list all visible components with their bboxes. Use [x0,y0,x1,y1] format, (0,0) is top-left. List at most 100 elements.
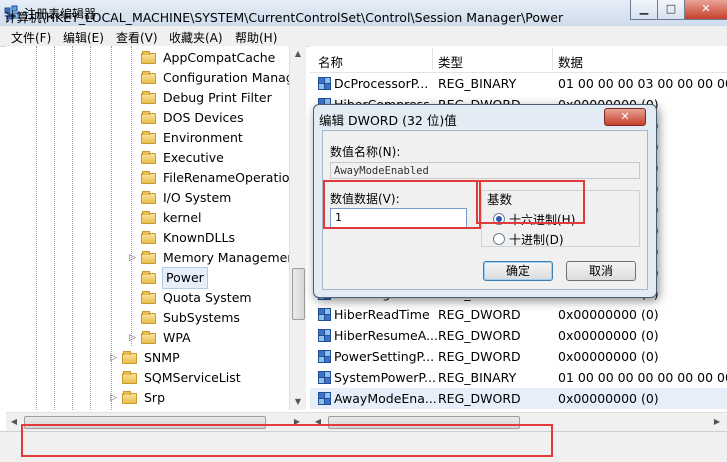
registry-value-icon [318,392,331,405]
value-row[interactable]: SystemPowerP... REG_BINARY 01 00 00 00 00 … [310,367,727,388]
values-column-header: 名称 类型 数据 [310,46,727,73]
folder-icon [141,151,156,164]
column-name[interactable]: 名称 [318,52,343,71]
menu-favorites[interactable]: 收藏夹(A) [169,29,223,46]
scroll-right-arrow-icon[interactable]: ▶ [709,414,725,430]
registry-path: 计算机\HKEY_LOCAL_MACHINE\SYSTEM\CurrentCon… [4,10,564,25]
dialog-close-button[interactable]: ✕ [604,108,646,126]
value-data: 01 00 00 00 03 00 00 00 00 00 [558,76,727,91]
expand-arrow-icon[interactable]: ▷ [110,348,117,368]
value-name-label: 数值名称(N): [330,145,401,159]
value-row[interactable]: HiberResumeA... REG_DWORD 0x00000000 (0) [310,325,727,346]
folder-icon [141,111,156,124]
minimize-button[interactable]: ▁ [630,0,658,20]
folder-icon [141,311,156,324]
value-name: HiberResumeA... [334,328,439,343]
value-name: PowerSettingP... [334,349,435,364]
value-row[interactable]: PowerSettingP... REG_DWORD 0x00000000 (0) [310,346,727,367]
value-data: 0x00000000 (0) [558,391,659,406]
tree-item-label: Environment [163,130,243,145]
value-type: REG_DWORD [438,391,521,406]
menu-bar: 文件(F) 编辑(E) 查看(V) 收藏夹(A) 帮助(H) [0,26,727,47]
radio-decimal-label[interactable]: 十进制(D) [509,231,564,248]
tree-item-label: Debug Print Filter [163,90,272,105]
radio-decimal[interactable] [493,233,505,245]
tree-item-label: KnownDLLs [163,230,235,245]
value-type: REG_BINARY [438,76,517,91]
folder-icon [141,131,156,144]
dialog-title: 编辑 DWORD (32 位)值 [319,113,457,128]
value-row[interactable]: AwayModeEna... REG_DWORD 0x00000000 (0) [310,388,727,409]
value-data: 0x00000000 (0) [558,307,659,322]
registry-tree[interactable]: AppCompatCache Configuration Manag Debug… [6,46,306,410]
menu-edit[interactable]: 编辑(E) [63,29,104,46]
folder-icon [141,71,156,84]
expand-arrow-icon[interactable]: ▷ [110,388,117,408]
folder-icon [141,331,156,344]
folder-icon [141,231,156,244]
data-highlight-box [323,180,481,229]
tree-item-label: Power [162,267,208,289]
folder-icon [141,211,156,224]
expand-arrow-icon[interactable]: ▷ [129,248,136,268]
menu-file[interactable]: 文件(F) [11,29,51,46]
registry-value-icon [318,329,331,342]
tree-item-label: Srp [144,390,166,405]
value-type: REG_BINARY [438,370,517,385]
window-controls: ▁ □ ✕ [630,0,727,20]
tree-item-label: AppCompatCache [163,50,276,65]
tree-item-label: Configuration Manag [163,70,294,85]
base-highlight-box [476,180,585,224]
value-row[interactable]: HiberReadTime REG_DWORD 0x00000000 (0) [310,304,727,325]
value-type: REG_DWORD [438,328,521,343]
maximize-button[interactable]: □ [657,0,685,20]
value-type: REG_DWORD [438,349,521,364]
value-data: 0x00000000 (0) [558,349,659,364]
tree-item-label: Memory Managemer [163,250,293,265]
tree-vertical-scrollbar[interactable]: ▲ ▼ [289,46,306,410]
menu-view[interactable]: 查看(V) [116,29,158,46]
folder-icon [122,391,137,404]
ok-button[interactable]: 确定 [483,261,553,281]
expand-arrow-icon[interactable]: ▷ [129,328,136,348]
value-name: AwayModeEna... [334,391,437,406]
registry-value-icon [318,371,331,384]
tree-item-label: WPA [163,330,191,345]
close-button[interactable]: ✕ [684,0,727,20]
value-type: REG_DWORD [438,307,521,322]
value-name: DcProcessorP... [334,76,429,91]
cancel-button[interactable]: 取消 [566,261,636,281]
value-data: 01 00 00 00 00 00 00 00 00 00 [558,370,727,385]
menu-help[interactable]: 帮助(H) [235,29,277,46]
folder-open-icon [141,271,156,284]
tree-item-label: kernel [163,210,202,225]
tree-item-label: FileRenameOperation [163,170,298,185]
scroll-up-arrow-icon[interactable]: ▲ [290,46,306,62]
value-name: SystemPowerP... [334,370,436,385]
registry-value-icon [318,350,331,363]
value-name-field: AwayModeEnabled [330,162,640,179]
registry-value-icon [318,77,331,90]
value-data: 0x00000000 (0) [558,328,659,343]
tree-item-label: DOS Devices [163,110,244,125]
folder-icon [141,191,156,204]
edit-dword-dialog: 编辑 DWORD (32 位)值 ✕ 数值名称(N): AwayModeEnab… [313,104,657,298]
scroll-thumb[interactable] [292,268,305,320]
column-data[interactable]: 数据 [558,52,583,71]
folder-icon [122,371,137,384]
tree-item-label: SQMServiceList [144,370,241,385]
folder-icon [141,251,156,264]
scroll-left-arrow-icon[interactable]: ◀ [6,414,22,430]
folder-icon [141,291,156,304]
value-name: HiberReadTime [334,307,430,322]
scroll-down-arrow-icon[interactable]: ▼ [290,394,306,410]
folder-icon [141,171,156,184]
tree-item-label: Executive [163,150,224,165]
folder-icon [122,351,137,364]
value-row[interactable]: DcProcessorP... REG_BINARY 01 00 00 00 03 … [310,73,727,94]
tree-item-label: Quota System [163,290,252,305]
registry-value-icon [318,308,331,321]
column-type[interactable]: 类型 [438,52,463,71]
tree-item-label: SNMP [144,350,180,365]
tree-item-label: I/O System [163,190,232,205]
